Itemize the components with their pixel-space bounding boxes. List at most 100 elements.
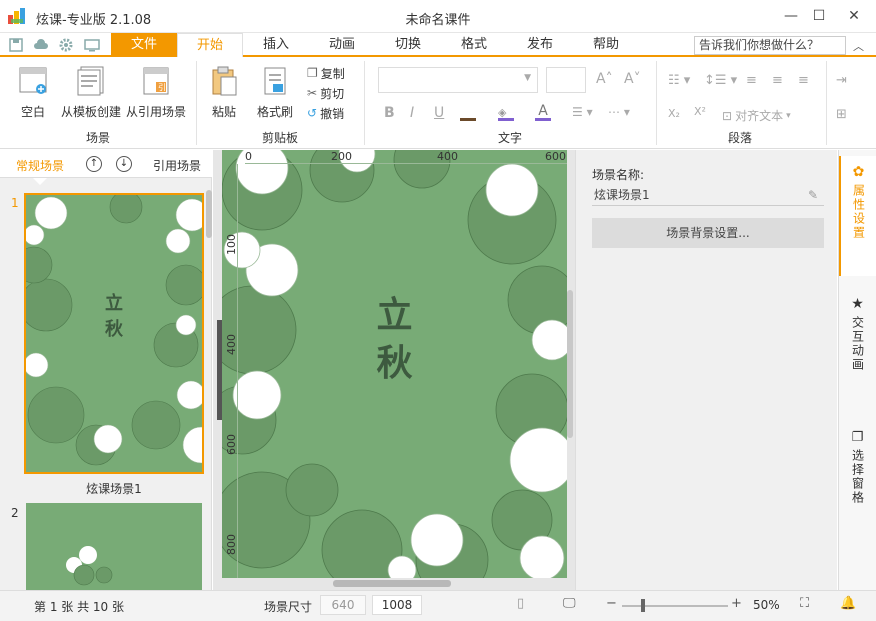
slide-name: 炫课场景1 [86, 482, 142, 496]
properties-panel: 场景名称: 炫课场景1 ✎ 场景背景设置... [575, 150, 837, 590]
scene-list-header: 常规场景 ↑ ↓ 引用场景 [0, 150, 212, 178]
slide-canvas[interactable]: 立 秋 [222, 150, 567, 578]
zoom-slider-track[interactable] [622, 605, 728, 607]
from-template-button[interactable]: 从模板创建 [60, 65, 122, 120]
blank-scene-button[interactable]: 空白 [14, 65, 52, 120]
tab-animation[interactable]: 动画 [309, 33, 375, 57]
scene-height-input[interactable]: 1008 [372, 595, 422, 615]
slide-text-line: 立 [376, 295, 413, 336]
save-icon[interactable] [8, 37, 24, 53]
slide-title-text[interactable]: 立 秋 [222, 292, 567, 388]
thumbnail-text: 立 秋 [26, 291, 202, 343]
paste-label: 粘贴 [211, 105, 236, 119]
file-menu[interactable]: 文件 [111, 33, 177, 57]
align-left-icon[interactable]: ≡ [746, 73, 757, 88]
scene-name-input[interactable]: 炫课场景1 [592, 186, 824, 206]
zoom-slider-thumb[interactable] [641, 599, 645, 612]
menu-bar: 文件 开始 插入 动画 切换 格式 发布 帮助 告诉我们你想做什么？ ︿ [0, 33, 876, 57]
cloud-icon[interactable] [33, 37, 49, 53]
canvas-horizontal-scrollbar[interactable] [333, 580, 451, 587]
collapse-ribbon-icon[interactable]: ︿ [853, 38, 864, 54]
top-ruler: 0 200 400 600 [245, 150, 567, 164]
superscript-icon[interactable]: X² [694, 105, 706, 118]
scene-width-input[interactable]: 640 [320, 595, 366, 615]
thumbnail-scrollbar[interactable] [206, 190, 212, 238]
arrange-icon[interactable]: ⇥ [836, 73, 847, 88]
cut-button[interactable]: ✂ 剪切 [307, 83, 345, 103]
tab-format[interactable]: 格式 [441, 33, 507, 57]
scene-background-button[interactable]: 场景背景设置... [592, 218, 824, 248]
thumbnail-text-line: 秋 [105, 319, 123, 340]
tab-transition[interactable]: 切换 [375, 33, 441, 57]
bold-button[interactable]: B [384, 105, 395, 121]
slide-thumbnail-2[interactable] [26, 503, 202, 590]
increase-font-icon[interactable]: A˄ [596, 71, 613, 87]
from-template-label: 从模板创建 [60, 105, 121, 119]
align-text-icon: ⊡ [722, 108, 733, 123]
move-up-icon[interactable]: ↑ [86, 156, 102, 172]
preview-icon[interactable] [84, 37, 100, 53]
maximize-button[interactable]: ☐ [804, 4, 834, 28]
fill-color-icon[interactable]: ◈ [498, 105, 514, 121]
subscript-icon[interactable]: X₂ [668, 107, 680, 120]
edit-pencil-icon[interactable]: ✎ [808, 188, 818, 202]
line-spacing-icon[interactable]: ☰ ▾ [572, 105, 593, 119]
copy-button[interactable]: ❐ 复制 [307, 63, 345, 83]
notification-bell-icon[interactable]: 🔔 [840, 596, 856, 611]
paragraph-spacing-icon[interactable]: ↕☰ ▾ [704, 73, 737, 88]
from-reference-button[interactable]: 引 从引用场景 [125, 65, 187, 120]
zoom-in-icon[interactable]: + [731, 596, 742, 611]
ruler-tick: 200 [331, 150, 352, 163]
align-right-icon[interactable]: ≡ [798, 73, 809, 88]
fit-screen-icon[interactable]: ⛶ [800, 596, 809, 611]
tab-properties[interactable]: ✿ 属性设置 [839, 156, 876, 276]
border-style-icon[interactable]: ⋯ ▾ [608, 105, 630, 119]
status-bar: 第 1 张 共 10 张 场景尺寸 640 1008 ▯ 🖵 − + 50% ⛶… [0, 590, 876, 621]
tab-publish[interactable]: 发布 [507, 33, 573, 57]
copy-icon: ❐ [307, 66, 318, 80]
tab-selection-label: 选择窗格 [850, 449, 865, 505]
group-icon[interactable]: ⊞ [836, 107, 847, 122]
flower-pattern [66, 546, 113, 586]
tab-start[interactable]: 开始 [177, 33, 243, 57]
tab-reference-scenes[interactable]: 引用场景 [153, 157, 201, 174]
decrease-font-icon[interactable]: A˅ [624, 71, 641, 87]
bullet-list-icon[interactable]: ☷ ▾ [668, 73, 690, 88]
ruler-tick: 400 [225, 334, 238, 355]
close-button[interactable]: ✕ [839, 4, 869, 28]
tab-help[interactable]: 帮助 [573, 33, 639, 57]
align-center-icon[interactable]: ≡ [772, 73, 783, 88]
device-icon[interactable]: ▯ [517, 596, 524, 611]
underline-button[interactable]: U [434, 105, 444, 121]
italic-button[interactable]: I [410, 105, 414, 121]
tab-interaction-animation[interactable]: ★ 交互动画 [839, 290, 876, 400]
title-bar: 炫课-专业版 2.1.08 未命名课件 — ☐ ✕ [0, 0, 876, 33]
format-painter-button[interactable]: 格式刷 [252, 65, 298, 120]
clipboard-group-label: 剪贴板 [261, 131, 298, 145]
font-color-icon[interactable]: A [535, 103, 551, 121]
move-down-icon[interactable]: ↓ [116, 156, 132, 172]
undo-button[interactable]: ↺ 撤销 [307, 103, 345, 123]
scene-name-label: 场景名称: [592, 168, 645, 182]
align-text-button[interactable]: ⊡ 对齐文本 ▾ [722, 107, 791, 124]
canvas-area: 立 秋 0 200 400 600 100 400 600 800 [213, 150, 575, 590]
zoom-out-icon[interactable]: − [606, 596, 617, 611]
slide-thumbnail-1[interactable]: 立 秋 [24, 193, 204, 474]
minimize-button[interactable]: — [776, 4, 806, 28]
canvas-vertical-scrollbar[interactable] [567, 290, 573, 438]
tab-selection-pane[interactable]: ❐ 选择窗格 [839, 424, 876, 534]
ruler-tick: 0 [245, 150, 252, 163]
tab-normal-scenes[interactable]: 常规场景 [16, 157, 64, 174]
scene-size-label: 场景尺寸 [264, 600, 313, 614]
settings-icon[interactable] [58, 37, 74, 53]
present-icon[interactable]: 🖵 [563, 596, 576, 611]
tab-insert[interactable]: 插入 [243, 33, 309, 57]
ruler-tick: 600 [545, 150, 566, 163]
paste-button[interactable]: 粘贴 [206, 65, 242, 120]
help-search-input[interactable]: 告诉我们你想做什么？ [694, 36, 846, 55]
blank-scene-label: 空白 [20, 105, 45, 119]
star-icon: ★ [851, 296, 864, 312]
font-size-input[interactable] [546, 67, 586, 93]
font-family-select[interactable]: ▼ [378, 67, 538, 93]
highlight-color-icon[interactable] [460, 107, 476, 121]
